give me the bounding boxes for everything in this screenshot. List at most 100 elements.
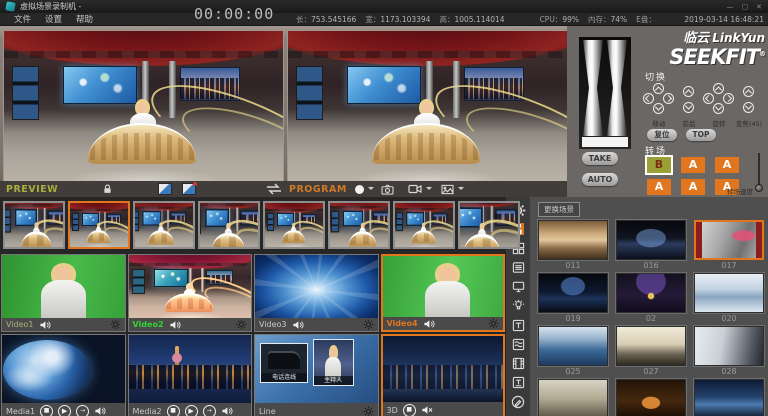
source-tile-media2[interactable]: Media2 ■ ▶ → <box>128 334 253 416</box>
camera-angle-thumb[interactable] <box>198 201 260 249</box>
camera-angle-thumb[interactable] <box>458 201 520 249</box>
source-tile-3d[interactable]: 3D ■ <box>381 334 506 416</box>
scene-item-selected[interactable]: 017 <box>694 220 764 271</box>
auto-button[interactable]: AUTO <box>582 173 618 186</box>
source-tile-video3[interactable]: Video3 <box>254 254 379 332</box>
stop-button[interactable]: ■ <box>403 404 416 416</box>
camera-angle-thumb-selected[interactable] <box>68 201 130 249</box>
speaker-icon[interactable] <box>221 406 233 416</box>
speaker-icon[interactable] <box>94 406 106 416</box>
camera-angle-thumb[interactable] <box>133 201 195 249</box>
slider-knob[interactable] <box>755 184 763 192</box>
scene-item[interactable]: 025 <box>538 326 608 377</box>
scene-item[interactable]: 02 <box>616 273 686 324</box>
cpu-value: 99% <box>562 15 579 24</box>
swap-icon[interactable] <box>264 183 284 195</box>
light-icon[interactable] <box>510 298 526 314</box>
scene-item[interactable]: 027 <box>616 326 686 377</box>
camera-angle-thumb[interactable] <box>393 201 455 249</box>
layers-icon[interactable] <box>510 336 526 352</box>
switch-section-title: 切换 <box>645 70 667 83</box>
maximize-button[interactable]: ▢ <box>742 3 749 11</box>
lock-icon[interactable] <box>100 183 114 195</box>
loop-button[interactable]: → <box>203 405 216 416</box>
minimize-button[interactable]: — <box>727 3 734 11</box>
speaker-icon[interactable] <box>39 320 51 330</box>
scene-item[interactable]: 019 <box>538 273 608 324</box>
reset-button[interactable]: 复位 <box>647 129 677 141</box>
zoom-out-button[interactable] <box>743 102 754 113</box>
film-icon[interactable] <box>510 356 526 372</box>
t-bar-fader[interactable] <box>579 37 631 149</box>
play-button[interactable]: ▶ <box>58 405 71 416</box>
scene-item[interactable]: 020 <box>694 273 764 324</box>
draw-icon[interactable] <box>510 394 526 410</box>
image-icon[interactable] <box>440 183 454 195</box>
camera-angle-thumb[interactable] <box>263 201 325 249</box>
scene-item[interactable] <box>538 379 608 416</box>
rotate-up-button[interactable] <box>713 83 724 94</box>
source-tile-video1[interactable]: Video1 <box>1 254 126 332</box>
transition-a-button[interactable]: A <box>647 179 671 195</box>
camcorder-caret-icon[interactable] <box>426 187 432 193</box>
depth-down-button[interactable] <box>683 102 694 113</box>
camera-angle-thumb[interactable] <box>328 201 390 249</box>
image-caret-icon[interactable] <box>458 187 464 193</box>
move-right-button[interactable] <box>663 93 674 104</box>
menu-help[interactable]: 帮助 <box>76 13 93 25</box>
gear-icon[interactable] <box>488 318 499 329</box>
rotate-left-button[interactable] <box>703 93 714 104</box>
brand-logo: 临云LinkYun SEEKFIT® <box>641 32 765 68</box>
loop-button[interactable]: → <box>76 405 89 416</box>
speaker-icon[interactable] <box>169 320 181 330</box>
speaker-icon[interactable] <box>423 319 435 329</box>
camcorder-icon[interactable] <box>408 183 422 195</box>
transition-a-button[interactable]: A <box>681 157 705 173</box>
rotate-right-button[interactable] <box>723 93 734 104</box>
gear-icon[interactable] <box>110 319 121 330</box>
menu-settings[interactable]: 设置 <box>45 13 62 25</box>
source-tile-line[interactable]: 电话连线 主持人 Line <box>254 334 379 416</box>
gear-icon[interactable] <box>236 319 247 330</box>
change-scene-tab[interactable]: 更换场景 <box>538 202 580 217</box>
zoom-in-button[interactable] <box>743 86 754 97</box>
playlist-icon[interactable] <box>510 260 526 276</box>
transition-a-button[interactable]: A <box>681 179 705 195</box>
move-left-button[interactable] <box>643 93 654 104</box>
scene-item[interactable]: 028 <box>694 326 764 377</box>
stop-button[interactable]: ■ <box>40 405 53 416</box>
depth-up-button[interactable] <box>683 86 694 97</box>
transition-a-button[interactable]: A <box>715 157 739 173</box>
scene-item[interactable] <box>616 379 686 416</box>
take-button[interactable]: TAKE <box>582 152 618 165</box>
wipe-alt-icon[interactable] <box>182 183 196 195</box>
speaker-muted-icon[interactable] <box>421 405 433 415</box>
source-tile-media1[interactable]: Media1 ■ ▶ → <box>1 334 126 416</box>
scene-item[interactable]: 016 <box>616 220 686 271</box>
record-caret-icon[interactable] <box>368 187 374 193</box>
source-tile-video4[interactable]: Video4 <box>381 254 506 332</box>
record-icon[interactable] <box>352 183 366 195</box>
move-down-button[interactable] <box>653 103 664 114</box>
text-icon[interactable] <box>510 317 526 333</box>
close-button[interactable]: ✕ <box>756 3 762 11</box>
play-button[interactable]: ▶ <box>185 405 198 416</box>
top-view-button[interactable]: TOP <box>686 129 716 141</box>
snapshot-icon[interactable] <box>380 183 394 195</box>
source-tile-video2[interactable]: Video2 <box>128 254 253 332</box>
transition-speed-slider[interactable] <box>753 153 765 193</box>
stop-button[interactable]: ■ <box>167 405 180 416</box>
rotate-down-button[interactable] <box>713 103 724 114</box>
menu-file[interactable]: 文件 <box>14 13 31 25</box>
display-icon[interactable] <box>510 279 526 295</box>
transition-b-button[interactable]: B <box>647 157 671 173</box>
scene-item[interactable]: 011 <box>538 220 608 271</box>
gear-icon[interactable] <box>363 319 374 330</box>
wipe-icon[interactable] <box>158 183 172 195</box>
gear-icon[interactable] <box>363 406 374 416</box>
camera-angle-thumb[interactable] <box>3 201 65 249</box>
subtitle-icon[interactable] <box>510 375 526 391</box>
speaker-icon[interactable] <box>292 320 304 330</box>
move-up-button[interactable] <box>653 83 664 94</box>
scene-item[interactable] <box>694 379 764 416</box>
